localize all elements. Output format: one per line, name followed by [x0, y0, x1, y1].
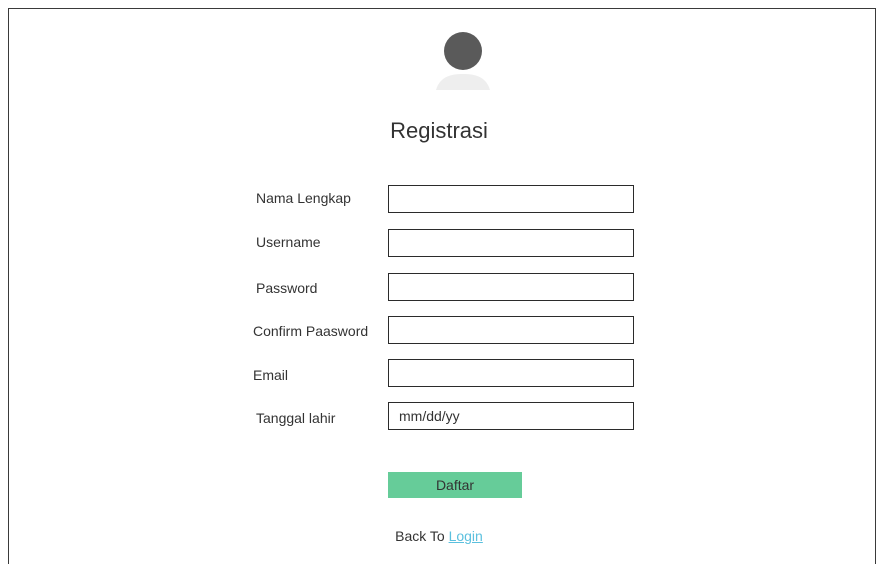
username-label: Username — [256, 234, 321, 250]
confirm-password-input[interactable] — [388, 316, 634, 344]
password-input[interactable] — [388, 273, 634, 301]
confirm-password-label: Confirm Paasword — [253, 323, 369, 339]
login-link[interactable]: Login — [449, 528, 483, 544]
email-input[interactable] — [388, 359, 634, 387]
password-label: Password — [256, 280, 318, 296]
email-label: Email — [253, 367, 289, 383]
user-avatar-icon — [436, 32, 490, 90]
birth-date-label: Tanggal lahir — [256, 410, 336, 426]
register-button[interactable]: Daftar — [388, 472, 522, 498]
username-input[interactable] — [388, 229, 634, 257]
back-to-text: Back To — [395, 528, 445, 544]
page-title: Registrasi — [390, 118, 488, 143]
back-to-login: Back To Login — [0, 528, 878, 544]
full-name-input[interactable] — [388, 185, 634, 213]
full-name-label: Nama Lengkap — [256, 190, 351, 206]
birth-date-input[interactable] — [388, 402, 634, 430]
